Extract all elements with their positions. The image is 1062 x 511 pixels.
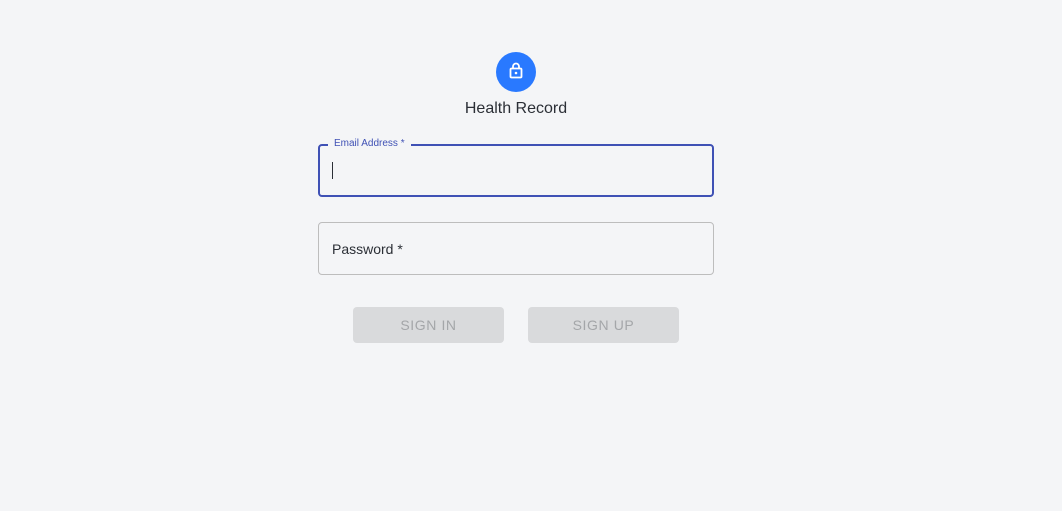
avatar [496, 52, 536, 92]
email-field[interactable]: Email Address * [318, 138, 714, 197]
page-title: Health Record [464, 100, 568, 117]
email-input[interactable] [320, 146, 712, 195]
sign-in-button[interactable]: Sign In [353, 307, 504, 343]
sign-up-button[interactable]: Sign Up [528, 307, 679, 343]
text-caret [332, 162, 333, 179]
login-page: Health Record Email Address * Password *… [0, 0, 1062, 511]
lock-icon [506, 60, 526, 85]
password-input[interactable] [319, 223, 713, 274]
password-field[interactable]: Password * [318, 222, 714, 275]
